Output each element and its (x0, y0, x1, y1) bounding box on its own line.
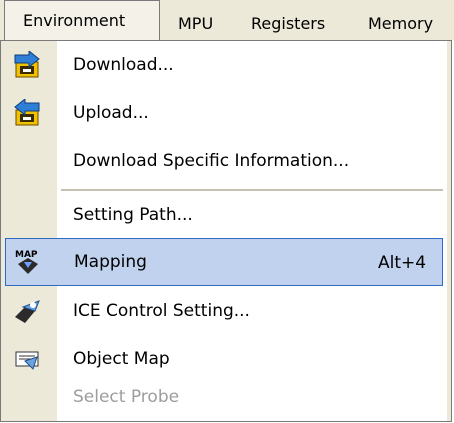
ice-control-icon (13, 297, 43, 325)
download-icon (13, 49, 43, 79)
menu-registers[interactable]: Registers (251, 10, 325, 38)
menu-memory[interactable]: Memory (368, 10, 433, 38)
menu-item-upload[interactable]: Upload... (1, 89, 441, 137)
svg-text:MAP: MAP (15, 250, 38, 260)
menu-mpu[interactable]: MPU (178, 10, 213, 38)
menu-item-label: Download Specific Information... (73, 151, 350, 171)
environment-dropdown: Download... Upload... Download Specific … (0, 40, 452, 422)
menu-item-label: Select Probe (73, 387, 180, 407)
menu-environment[interactable]: Environment (4, 0, 160, 42)
menu-item-mapping[interactable]: MAP Mapping Alt+4 (5, 238, 443, 286)
menu-environment-label: Environment (23, 11, 126, 30)
menu-item-download-specific-information[interactable]: Download Specific Information... (1, 137, 441, 185)
menu-registers-label: Registers (251, 14, 326, 33)
menu-item-label: Download... (73, 55, 174, 75)
menu-item-label: ICE Control Setting... (73, 301, 250, 321)
upload-icon (13, 97, 43, 127)
menu-item-label: Upload... (73, 103, 149, 123)
dropdown-edge (447, 41, 451, 421)
object-map-icon (13, 345, 43, 373)
menu-item-select-probe: Select Probe (1, 373, 441, 421)
menu-item-ice-control-setting[interactable]: ICE Control Setting... (1, 287, 441, 335)
menu-item-download[interactable]: Download... (1, 41, 441, 89)
menu-item-label: Mapping (74, 252, 147, 272)
menu-item-setting-path[interactable]: Setting Path... (1, 191, 441, 239)
menu-memory-label: Memory (368, 14, 434, 33)
map-icon: MAP (14, 248, 44, 276)
menu-item-shortcut: Alt+4 (378, 253, 427, 273)
menu-bar: Environment MPU Registers Memory (0, 0, 454, 42)
menu-mpu-label: MPU (178, 14, 214, 33)
menu-item-label: Setting Path... (73, 205, 193, 225)
